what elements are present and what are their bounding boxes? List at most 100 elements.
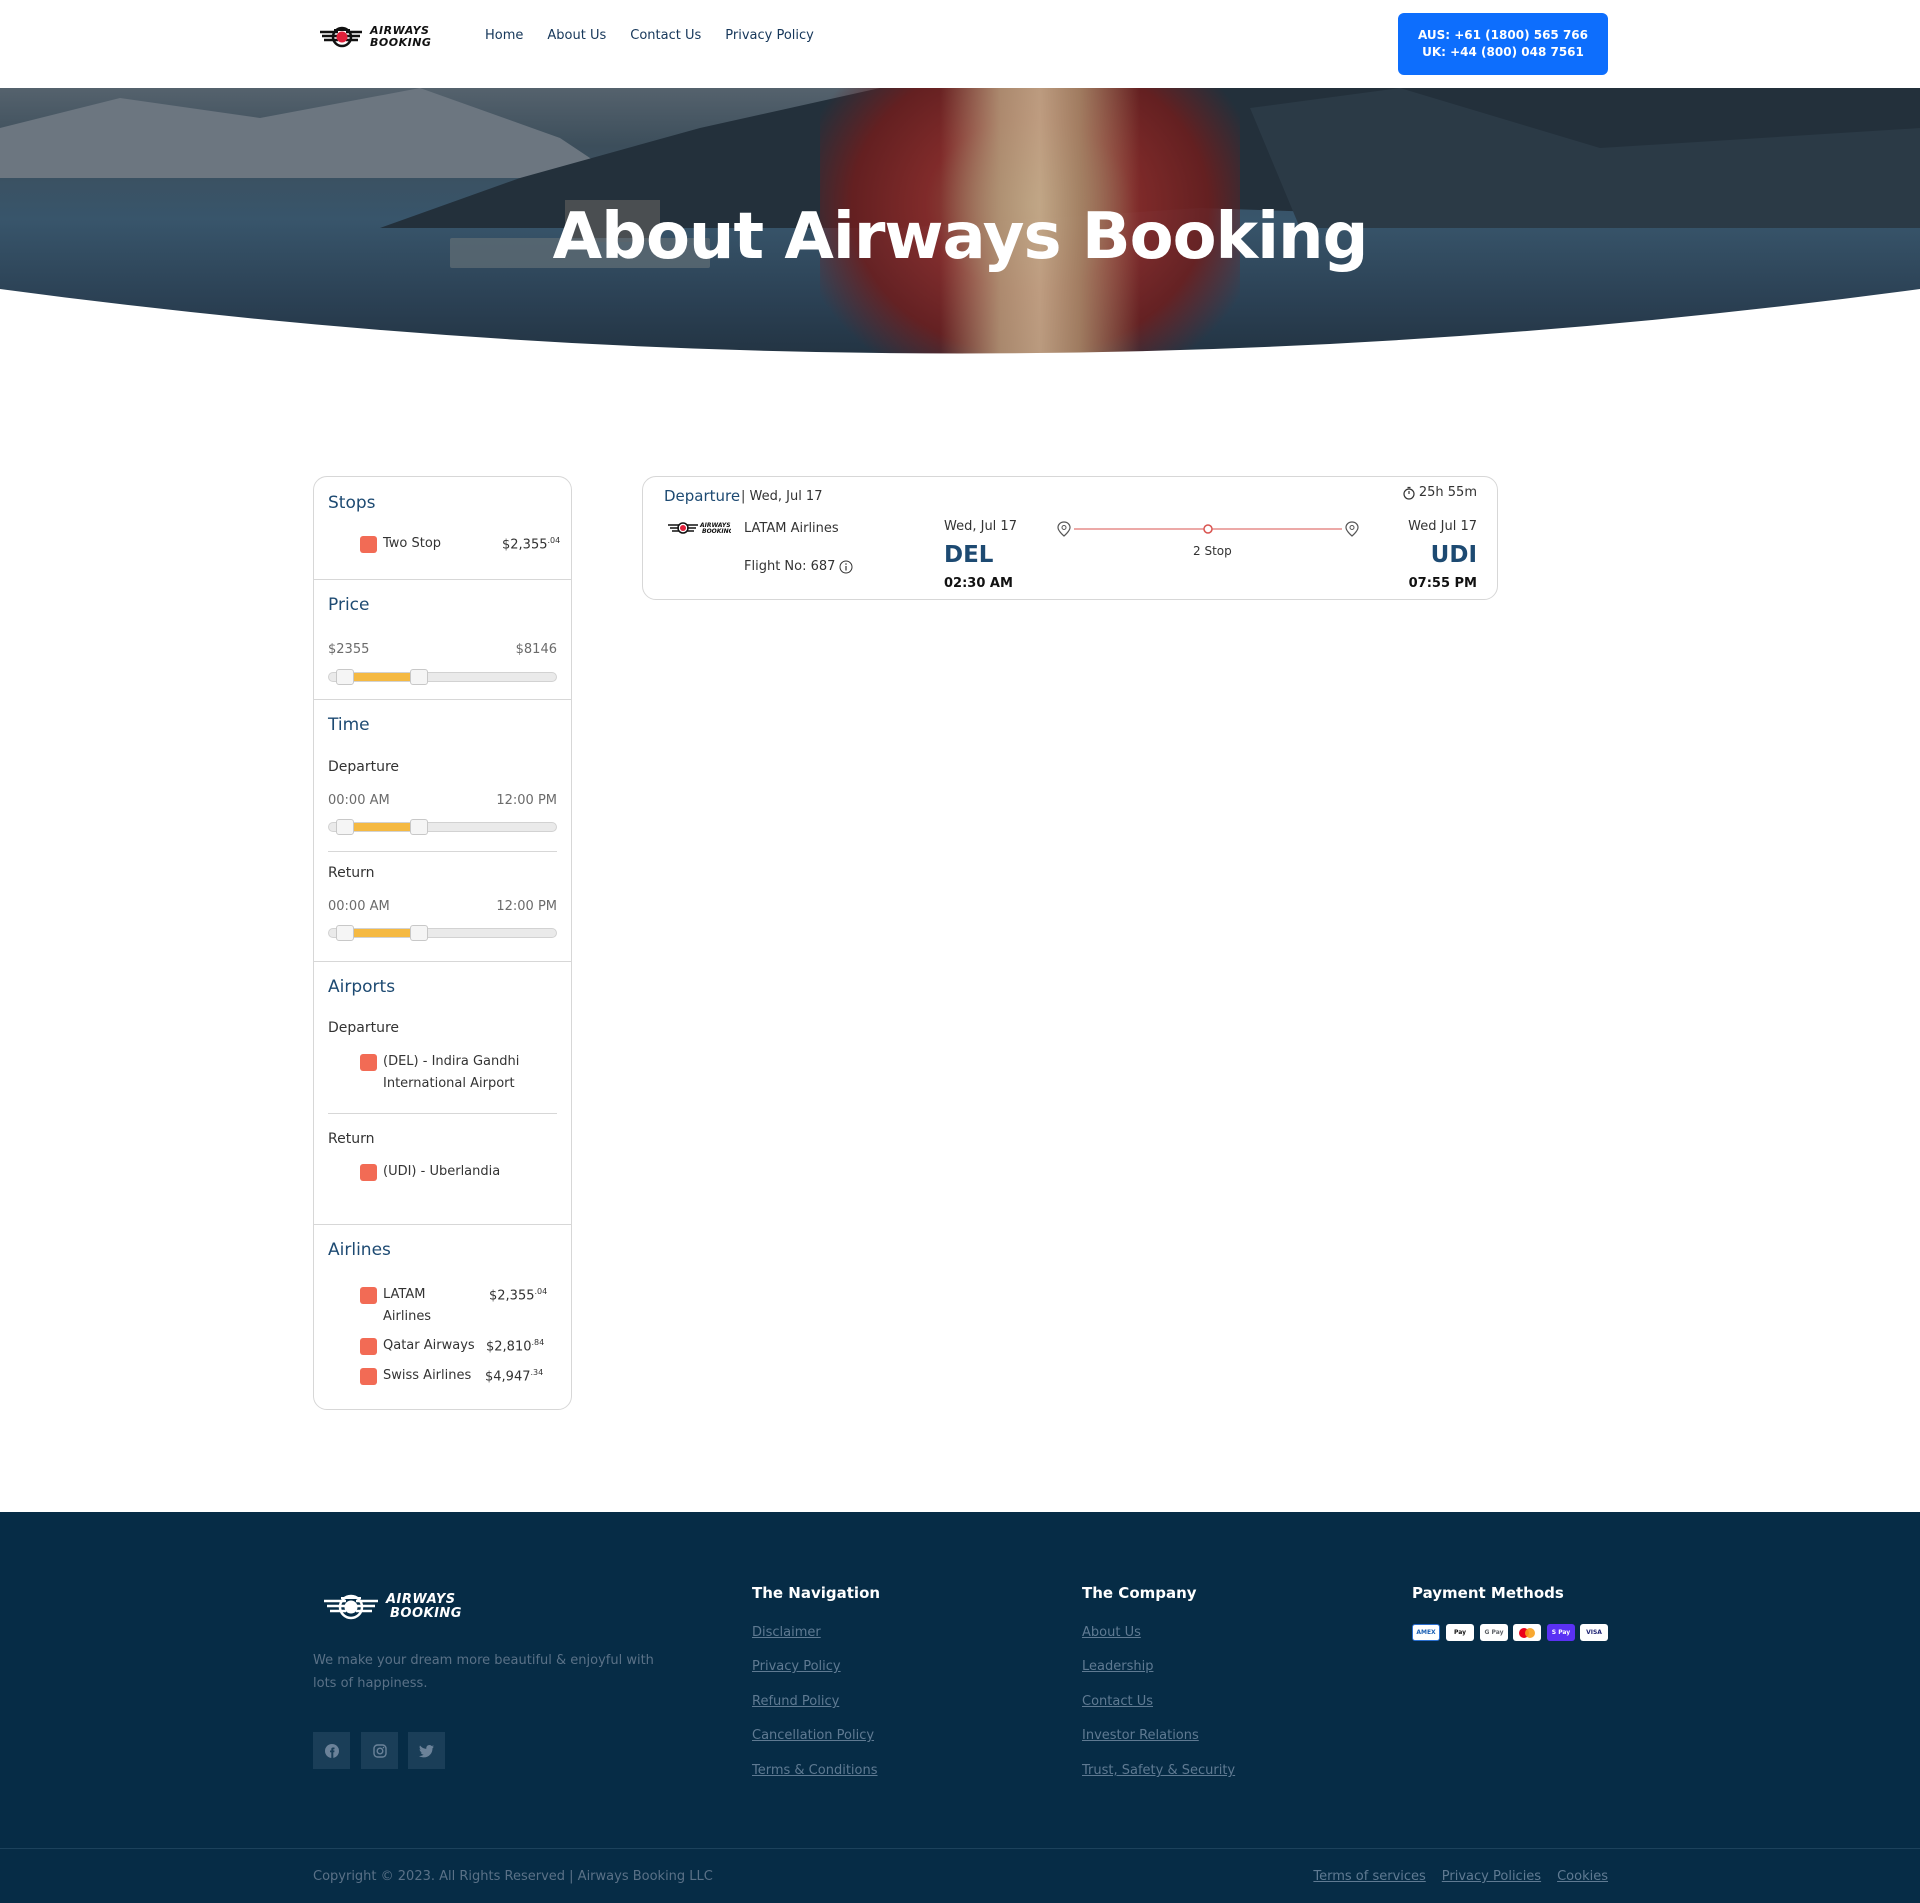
svg-text:BOOKING: BOOKING xyxy=(702,528,731,535)
info-icon[interactable] xyxy=(839,560,853,574)
price-slider-min-handle[interactable] xyxy=(336,669,354,685)
footer-link-terms-conditions[interactable]: Terms & Conditions xyxy=(752,1763,878,1778)
departure-time-max-handle[interactable] xyxy=(410,819,428,835)
footer-description: We make your dream more beautiful & enjo… xyxy=(313,1653,654,1691)
nav-about-us[interactable]: About Us xyxy=(547,28,606,43)
stopwatch-icon xyxy=(1403,486,1415,500)
footer-link-contact-us[interactable]: Contact Us xyxy=(1082,1694,1153,1709)
site-logo[interactable]: AIRWAYS BOOKING xyxy=(318,20,438,54)
origin-time: 02:30 AM xyxy=(944,576,1013,591)
swiss-label: Swiss Airlines xyxy=(383,1368,472,1383)
airplane-wing-logo-icon xyxy=(320,26,362,48)
mastercard-icon xyxy=(1513,1624,1541,1641)
flight-duration: 25h 55m xyxy=(1402,485,1477,500)
departure-time-max: 12:00 PM xyxy=(496,793,557,808)
del-airport-label: (DEL) - Indira Gandhi International Airp… xyxy=(383,1054,520,1091)
qatar-checkbox[interactable] xyxy=(360,1338,377,1355)
airports-divider xyxy=(328,1113,557,1114)
airlines-filter: Airlines LATAM Airlines $2,355.04 Qatar … xyxy=(314,1225,571,1409)
latam-price: $2,355.04 xyxy=(489,1287,548,1304)
departure-time-slider[interactable] xyxy=(328,819,557,835)
departure-time-slider-fill xyxy=(345,823,417,831)
footer-link-trust-safety[interactable]: Trust, Safety & Security xyxy=(1082,1763,1235,1778)
footer-link-cancellation-policy[interactable]: Cancellation Policy xyxy=(752,1728,874,1743)
return-time-slider[interactable] xyxy=(328,925,557,941)
time-title: Time xyxy=(328,715,370,735)
time-divider xyxy=(328,851,557,852)
facebook-link[interactable] xyxy=(313,1732,350,1769)
footer-divider xyxy=(0,1848,1920,1849)
instagram-icon xyxy=(372,1743,387,1758)
terms-of-services-link[interactable]: Terms of services xyxy=(1313,1869,1425,1884)
hero-banner: About Airways Booking xyxy=(0,88,1920,380)
mastercard-circles-icon xyxy=(1519,1627,1535,1638)
price-slider-fill xyxy=(345,673,417,681)
stop-dot-icon xyxy=(1203,524,1213,534)
departure-time-min: 00:00 AM xyxy=(328,793,390,808)
company-title: The Company xyxy=(1082,1584,1197,1602)
footer-link-leadership[interactable]: Leadership xyxy=(1082,1659,1153,1674)
main-nav: Home About Us Contact Us Privacy Policy xyxy=(485,28,814,43)
swiss-price: $4,947.34 xyxy=(485,1368,544,1385)
footer-logo-text-line2: BOOKING xyxy=(390,1606,462,1621)
flight-result-card[interactable]: Departure | Wed, Jul 17 25h 55m AIRWAYS … xyxy=(642,476,1498,600)
swiss-checkbox[interactable] xyxy=(360,1368,377,1385)
instagram-link[interactable] xyxy=(361,1732,398,1769)
return-time-min-handle[interactable] xyxy=(336,925,354,941)
destination-pin-icon xyxy=(1345,521,1359,537)
cookies-link[interactable]: Cookies xyxy=(1557,1869,1608,1884)
footer-link-disclaimer[interactable]: Disclaimer xyxy=(752,1625,821,1640)
site-footer: AIRWAYS BOOKING We make your dream more … xyxy=(0,1512,1920,1903)
twitter-icon xyxy=(418,1744,434,1757)
departure-date: | Wed, Jul 17 xyxy=(741,489,823,504)
footer-link-investor-relations[interactable]: Investor Relations xyxy=(1082,1728,1199,1743)
destination-code: UDI xyxy=(1430,542,1477,568)
stops-title: Stops xyxy=(328,493,376,513)
nav-contact-us[interactable]: Contact Us xyxy=(630,28,701,43)
flight-number-text: Flight No: 687 xyxy=(744,559,836,574)
return-time-slider-fill xyxy=(345,929,417,937)
phone-call-button[interactable]: AUS: +61 (1800) 565 766 UK: +44 (800) 04… xyxy=(1398,13,1608,75)
footer-logo-text-line1: AIRWAYS xyxy=(386,1592,456,1607)
latam-checkbox[interactable] xyxy=(360,1287,377,1304)
time-filter: Time Departure 00:00 AM 12:00 PM Return … xyxy=(314,700,571,962)
footer-link-refund-policy[interactable]: Refund Policy xyxy=(752,1694,839,1709)
price-slider-max-handle[interactable] xyxy=(410,669,428,685)
airports-departure-label: Departure xyxy=(328,1020,400,1036)
udi-airport-checkbox[interactable] xyxy=(360,1164,377,1181)
two-stop-price: $2,355.04 xyxy=(502,536,561,553)
departure-time-min-handle[interactable] xyxy=(336,819,354,835)
airline-logo-icon: AIRWAYS BOOKING xyxy=(668,522,731,535)
duration-text: 25h 55m xyxy=(1418,485,1477,500)
amex-icon: AMEX xyxy=(1412,1624,1440,1641)
destination-date: Wed Jul 17 xyxy=(1408,519,1477,534)
time-return-label: Return xyxy=(328,865,375,881)
airline-name: LATAM Airlines xyxy=(744,521,839,536)
payment-methods-title: Payment Methods xyxy=(1412,1584,1564,1602)
return-time-max-handle[interactable] xyxy=(410,925,428,941)
time-departure-label: Departure xyxy=(328,759,400,775)
del-airport-checkbox[interactable] xyxy=(360,1054,377,1071)
price-min: $2355 xyxy=(328,642,370,657)
filter-sidebar: Stops Two Stop $2,355.04 Price $2355 $81… xyxy=(313,476,572,1410)
stops-filter: Stops Two Stop $2,355.04 xyxy=(314,477,571,580)
privacy-policies-link[interactable]: Privacy Policies xyxy=(1442,1869,1541,1884)
nav-privacy-policy[interactable]: Privacy Policy xyxy=(725,28,814,43)
origin-pin-icon xyxy=(1057,521,1071,537)
footer-bottom-links: Terms of services Privacy Policies Cooki… xyxy=(1313,1869,1608,1884)
airlines-title: Airlines xyxy=(328,1240,391,1260)
price-slider[interactable] xyxy=(328,669,557,685)
destination-time: 07:55 PM xyxy=(1408,576,1477,591)
facebook-icon xyxy=(324,1743,339,1758)
footer-logo[interactable]: AIRWAYS BOOKING xyxy=(322,1587,472,1627)
apple-pay-icon: Pay xyxy=(1446,1624,1474,1641)
site-header: AIRWAYS BOOKING Home About Us Contact Us… xyxy=(0,0,1920,88)
twitter-link[interactable] xyxy=(408,1732,445,1769)
footer-link-privacy-policy[interactable]: Privacy Policy xyxy=(752,1659,841,1674)
two-stop-checkbox[interactable] xyxy=(360,536,377,553)
airports-return-label: Return xyxy=(328,1131,375,1147)
visa-icon: VISA xyxy=(1580,1624,1608,1641)
shop-pay-icon: S Pay xyxy=(1547,1624,1575,1641)
footer-link-about-us[interactable]: About Us xyxy=(1082,1625,1141,1640)
nav-home[interactable]: Home xyxy=(485,28,523,43)
